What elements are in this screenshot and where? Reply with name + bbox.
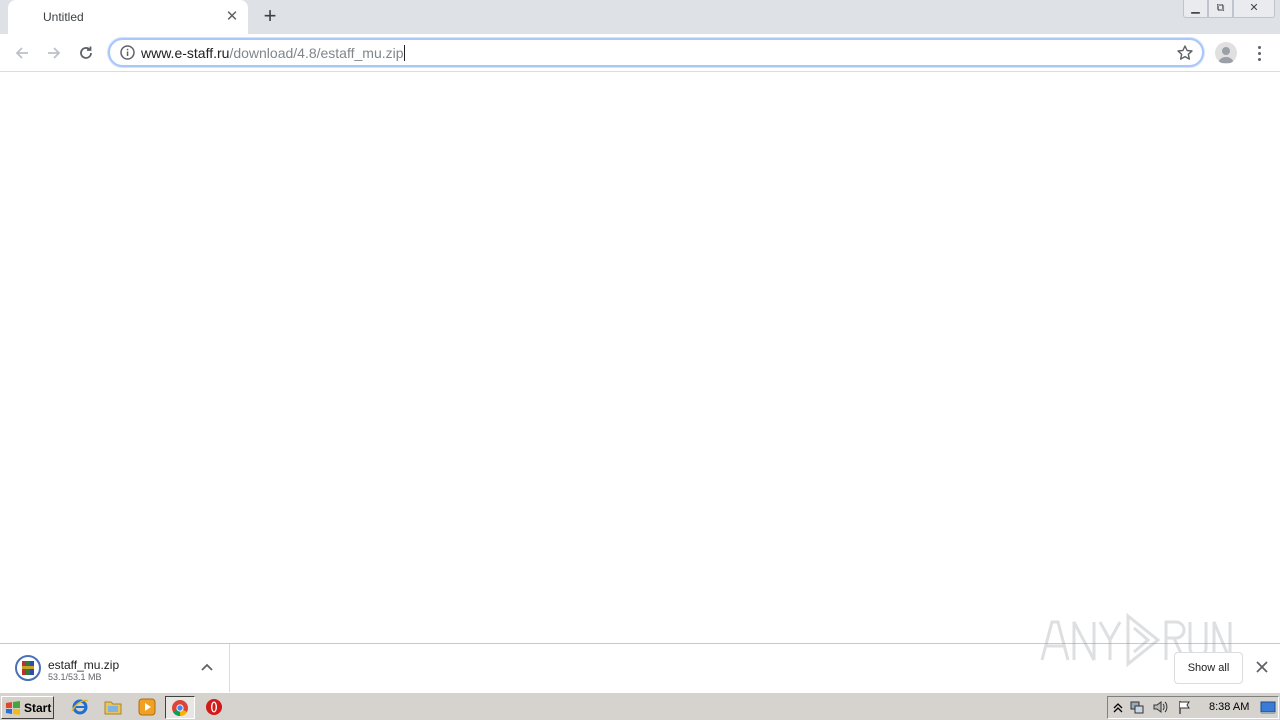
file-explorer-icon[interactable]: [102, 697, 124, 717]
browser-toolbar: www.e-staff.ru/download/4.8/estaff_mu.zi…: [0, 34, 1280, 72]
profile-avatar-icon[interactable]: [1215, 42, 1237, 64]
info-icon[interactable]: [119, 44, 136, 61]
tab-strip: Untitled ✕ + ▁ ⧉ ✕: [0, 0, 1280, 34]
taskbar-clock[interactable]: 8:38 AM: [1209, 701, 1249, 713]
text-caret: [403, 45, 405, 61]
plus-icon[interactable]: +: [258, 5, 282, 29]
media-player-icon[interactable]: [136, 697, 158, 717]
restore-button[interactable]: ⧉: [1208, 0, 1233, 18]
close-icon[interactable]: ✕: [224, 9, 240, 25]
show-all-button[interactable]: Show all: [1174, 652, 1243, 684]
tab-title: Untitled: [43, 10, 84, 24]
volume-icon[interactable]: [1152, 699, 1168, 715]
reload-icon[interactable]: [74, 41, 98, 65]
tab-untitled[interactable]: Untitled ✕: [8, 0, 248, 34]
chevron-up-icon[interactable]: [199, 660, 215, 676]
download-file-name: estaff_mu.zip: [48, 658, 120, 672]
show-hidden-icons-icon[interactable]: [1110, 699, 1126, 715]
download-shelf: estaff_mu.zip 53.1/53.1 MB Show all: [0, 612, 1280, 692]
page-content: [0, 72, 1280, 643]
minimize-button[interactable]: ▁: [1183, 0, 1208, 18]
system-tray: 8:38 AM: [1107, 696, 1279, 719]
address-bar[interactable]: www.e-staff.ru/download/4.8/estaff_mu.zi…: [108, 38, 1204, 67]
window-close-button[interactable]: ✕: [1233, 0, 1275, 18]
action-center-flag-icon[interactable]: [1177, 699, 1193, 715]
opera-icon[interactable]: [203, 697, 225, 717]
windows-taskbar: Start 8:38 AM: [0, 692, 1280, 720]
show-desktop-icon[interactable]: [1260, 699, 1276, 715]
winrar-archive-icon: [15, 655, 41, 681]
close-icon[interactable]: [1253, 658, 1271, 676]
download-item[interactable]: estaff_mu.zip 53.1/53.1 MB: [0, 644, 230, 692]
url-host: www.e-staff.ru: [141, 45, 230, 61]
forward-arrow-icon[interactable]: [42, 41, 66, 65]
start-label: Start: [24, 700, 52, 715]
network-icon[interactable]: [1129, 699, 1145, 715]
back-arrow-icon[interactable]: [10, 41, 34, 65]
chrome-taskbar-icon[interactable]: [165, 696, 195, 719]
address-text[interactable]: www.e-staff.ru/download/4.8/estaff_mu.zi…: [141, 45, 405, 61]
start-button[interactable]: Start: [1, 696, 54, 719]
star-icon[interactable]: [1176, 44, 1194, 62]
windows-logo-icon: [6, 700, 20, 715]
kebab-menu-icon[interactable]: [1249, 42, 1269, 64]
download-progress: 53.1/53.1 MB: [48, 672, 102, 682]
internet-explorer-icon[interactable]: [69, 697, 91, 717]
url-path: /download/4.8/estaff_mu.zip: [229, 45, 404, 61]
